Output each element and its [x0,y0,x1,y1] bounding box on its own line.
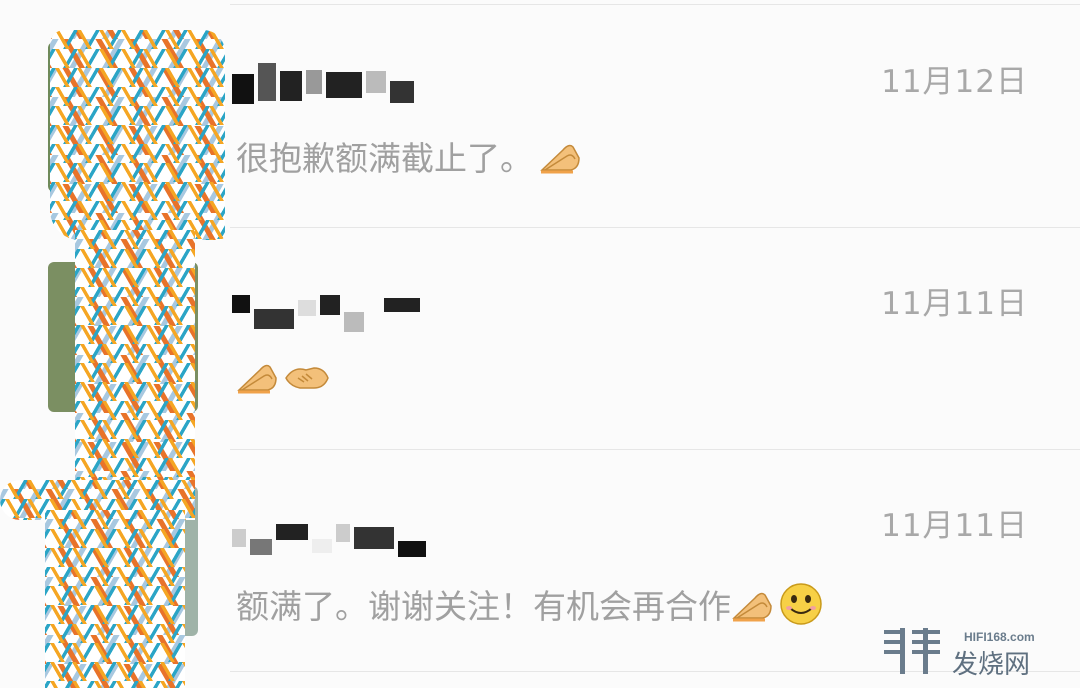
smile-icon [780,583,822,625]
censor-mosaic [45,510,185,688]
contact-name-redacted [232,60,414,104]
site-logo-icon [884,628,940,674]
censor-mosaic [75,230,195,480]
chat-preview-text: 额满了。谢谢关注！有机会再合作 [236,587,731,626]
chat-preview: 很抱歉额满截止了。 [236,132,581,180]
handshake-icon [285,367,329,389]
contact-name-redacted [232,516,426,560]
contact-name-redacted [232,286,420,332]
chat-list-screen: 11月12日 很抱歉额满截止了。 11月11日 11月11日 额满了。谢谢关注！… [0,0,1080,688]
praying-hands-icon [237,364,277,394]
chat-preview [236,356,330,396]
watermark-name: 发烧网 [952,650,1031,680]
watermark: HIFI168.com 发烧网 [882,622,1062,680]
chat-time: 11月11日 [881,286,1028,322]
chat-time: 11月12日 [881,64,1028,100]
chat-preview: 额满了。谢谢关注！有机会再合作 [236,580,823,628]
chat-preview-text: 很抱歉额满截止了。 [236,139,533,178]
praying-hands-icon [732,592,772,622]
chat-time: 11月11日 [881,508,1028,544]
censor-mosaic [50,30,225,240]
watermark-domain: HIFI168.com [964,630,1035,644]
praying-hands-icon [540,144,580,174]
